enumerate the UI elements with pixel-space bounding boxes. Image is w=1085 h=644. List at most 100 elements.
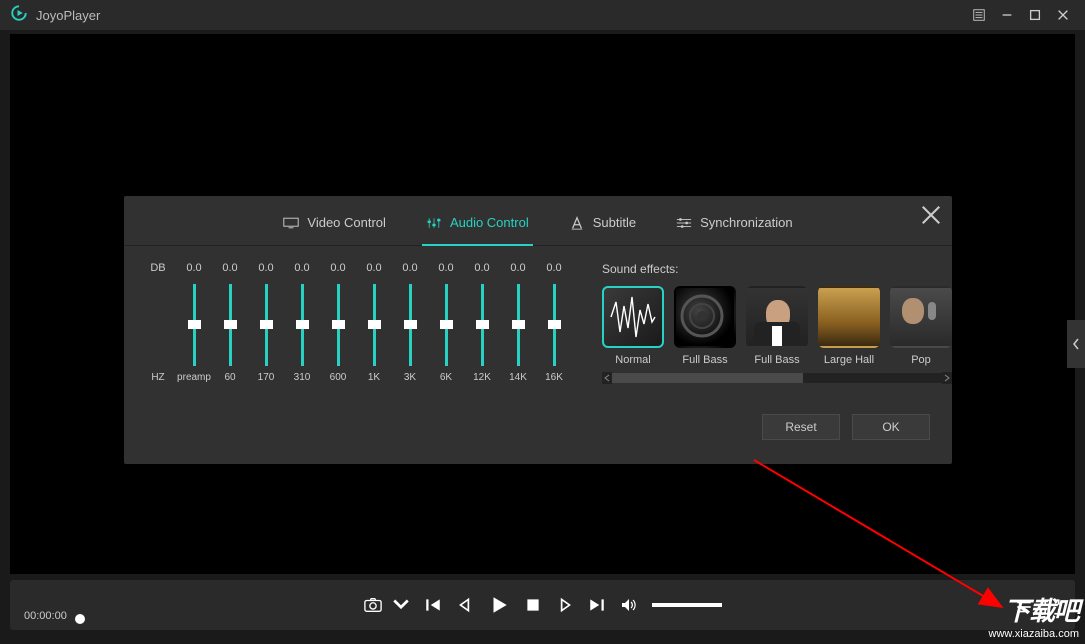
step-forward-button[interactable] bbox=[556, 596, 574, 614]
eq-band-label: 16K bbox=[545, 372, 563, 386]
equalizer: DB HZ 0.0 preamp 0.0 60 0.0 170 0.0 bbox=[146, 262, 566, 406]
eq-slider-60[interactable] bbox=[229, 284, 232, 366]
effect-label: Normal bbox=[615, 354, 650, 366]
seek-bar[interactable] bbox=[75, 614, 85, 624]
eq-hz-label: HZ bbox=[151, 372, 164, 386]
eq-handle[interactable] bbox=[512, 320, 525, 329]
eq-value: 0.0 bbox=[402, 262, 417, 278]
eq-slider-12k[interactable] bbox=[481, 284, 484, 366]
eq-value: 0.0 bbox=[474, 262, 489, 278]
snapshot-menu-icon[interactable] bbox=[392, 596, 410, 614]
title-bar: JoyoPlayer bbox=[0, 0, 1085, 30]
eq-value: 0.0 bbox=[546, 262, 561, 278]
eq-value: 0.0 bbox=[330, 262, 345, 278]
step-back-button[interactable] bbox=[456, 596, 474, 614]
eq-band-label: 170 bbox=[258, 372, 275, 386]
eq-slider-3k[interactable] bbox=[409, 284, 412, 366]
tab-label: Subtitle bbox=[593, 215, 636, 230]
scroll-left-button[interactable] bbox=[602, 372, 612, 384]
eq-db-label: DB bbox=[150, 262, 165, 278]
sliders-icon bbox=[676, 216, 692, 230]
tab-label: Synchronization bbox=[700, 215, 793, 230]
eq-value: 0.0 bbox=[366, 262, 381, 278]
eq-handle[interactable] bbox=[368, 320, 381, 329]
subtitle-a-icon bbox=[569, 216, 585, 230]
sound-effects-panel: Sound effects: Normal Full Bass bbox=[602, 262, 952, 406]
eq-slider-preamp[interactable] bbox=[193, 284, 196, 366]
eq-handle[interactable] bbox=[476, 320, 489, 329]
effect-thumb-hall bbox=[818, 286, 880, 348]
previous-button[interactable] bbox=[424, 596, 442, 614]
eq-slider-14k[interactable] bbox=[517, 284, 520, 366]
effect-thumb-normal bbox=[602, 286, 664, 348]
tab-audio-control[interactable]: Audio Control bbox=[426, 210, 529, 245]
play-button[interactable] bbox=[488, 594, 510, 616]
effect-thumb-pop bbox=[890, 286, 952, 348]
scroll-right-button[interactable] bbox=[942, 372, 952, 384]
effect-full-bass-2[interactable]: Full Bass bbox=[746, 286, 808, 366]
player-controls: 00:00:00 bbox=[10, 580, 1075, 630]
eq-band-label: 60 bbox=[224, 372, 235, 386]
time-elapsed: 00:00:00 bbox=[24, 610, 67, 622]
eq-band-label: 12K bbox=[473, 372, 491, 386]
effect-large-hall[interactable]: Large Hall bbox=[818, 286, 880, 366]
eq-value: 0.0 bbox=[222, 262, 237, 278]
eq-slider-16k[interactable] bbox=[553, 284, 556, 366]
app-title: JoyoPlayer bbox=[36, 8, 100, 23]
stop-button[interactable] bbox=[524, 596, 542, 614]
eq-handle[interactable] bbox=[260, 320, 273, 329]
eq-handle[interactable] bbox=[440, 320, 453, 329]
eq-band-label: 1K bbox=[368, 372, 380, 386]
eq-value: 0.0 bbox=[294, 262, 309, 278]
eq-handle[interactable] bbox=[224, 320, 237, 329]
scroll-track[interactable] bbox=[612, 373, 942, 383]
close-modal-button[interactable] bbox=[920, 204, 942, 226]
ok-button[interactable]: OK bbox=[852, 414, 930, 440]
effect-thumb-speaker bbox=[674, 286, 736, 348]
eq-band-label: 600 bbox=[330, 372, 347, 386]
effect-label: Full Bass bbox=[682, 354, 727, 366]
seek-handle[interactable] bbox=[75, 614, 85, 624]
effect-label: Full Bass bbox=[754, 354, 799, 366]
eq-slider-6k[interactable] bbox=[445, 284, 448, 366]
eq-handle[interactable] bbox=[188, 320, 201, 329]
minimize-button[interactable] bbox=[995, 3, 1019, 27]
eq-handle[interactable] bbox=[404, 320, 417, 329]
settings-modal: Video Control Audio Control Subtitle Syn… bbox=[124, 196, 952, 464]
next-button[interactable] bbox=[588, 596, 606, 614]
eq-value: 0.0 bbox=[186, 262, 201, 278]
snapshot-button[interactable] bbox=[364, 596, 382, 614]
eq-slider-170[interactable] bbox=[265, 284, 268, 366]
eq-handle[interactable] bbox=[548, 320, 561, 329]
effect-thumb-man bbox=[746, 286, 808, 348]
scroll-thumb[interactable] bbox=[612, 373, 803, 383]
modal-tabs: Video Control Audio Control Subtitle Syn… bbox=[124, 196, 952, 246]
maximize-button[interactable] bbox=[1023, 3, 1047, 27]
effect-label: Large Hall bbox=[824, 354, 874, 366]
close-window-button[interactable] bbox=[1051, 3, 1075, 27]
reset-button[interactable]: Reset bbox=[762, 414, 840, 440]
volume-slider[interactable] bbox=[652, 603, 722, 607]
effect-normal[interactable]: Normal bbox=[602, 286, 664, 366]
tab-subtitle[interactable]: Subtitle bbox=[569, 210, 636, 245]
eq-handle[interactable] bbox=[296, 320, 309, 329]
eq-band-label: preamp bbox=[177, 372, 211, 386]
eq-slider-1k[interactable] bbox=[373, 284, 376, 366]
sound-effects-label: Sound effects: bbox=[602, 262, 952, 276]
side-panel-handle[interactable] bbox=[1067, 320, 1085, 368]
eq-slider-600[interactable] bbox=[337, 284, 340, 366]
effect-full-bass-1[interactable]: Full Bass bbox=[674, 286, 736, 366]
eq-slider-310[interactable] bbox=[301, 284, 304, 366]
effect-pop[interactable]: Pop bbox=[890, 286, 952, 366]
tab-video-control[interactable]: Video Control bbox=[283, 210, 386, 245]
list-icon[interactable] bbox=[967, 3, 991, 27]
tab-label: Video Control bbox=[307, 215, 386, 230]
eq-band-label: 6K bbox=[440, 372, 452, 386]
eq-band-label: 310 bbox=[294, 372, 311, 386]
tab-label: Audio Control bbox=[450, 215, 529, 230]
eq-band-label: 3K bbox=[404, 372, 416, 386]
eq-handle[interactable] bbox=[332, 320, 345, 329]
watermark-url: www.xiazaiba.com bbox=[989, 628, 1079, 640]
volume-button[interactable] bbox=[620, 596, 638, 614]
tab-synchronization[interactable]: Synchronization bbox=[676, 210, 793, 245]
